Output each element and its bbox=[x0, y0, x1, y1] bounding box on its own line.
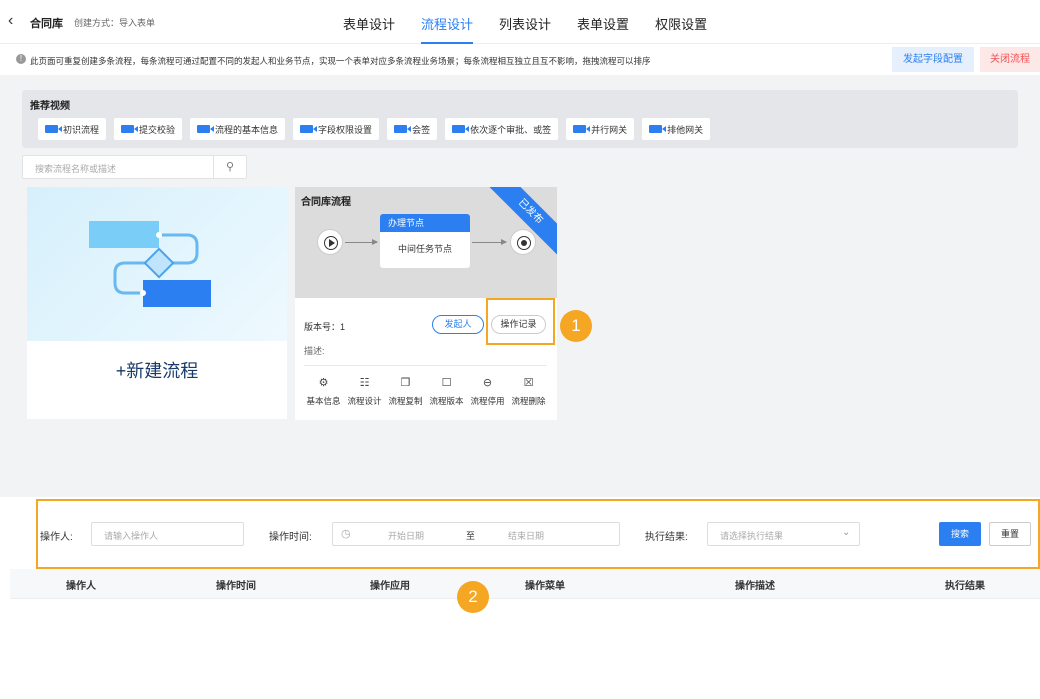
main-tabs: 表单设计 流程设计 列表设计 表单设置 权限设置 bbox=[330, 0, 720, 44]
column-header: 操作描述 bbox=[735, 581, 775, 592]
task-node-body: 中间任务节点 bbox=[397, 244, 452, 254]
tab-permission-settings[interactable]: 权限设置 bbox=[655, 0, 707, 44]
video-item[interactable]: 会签 bbox=[387, 118, 438, 140]
video-icon bbox=[300, 125, 318, 133]
video-icon bbox=[394, 125, 412, 133]
flow-design-action[interactable]: ☷ 流程设计 bbox=[344, 375, 385, 407]
highlight-box-1 bbox=[486, 298, 555, 345]
step-badge-1: 1 bbox=[560, 310, 592, 342]
video-icon bbox=[121, 125, 139, 133]
basic-info-action[interactable]: ⚙ 基本信息 bbox=[303, 375, 344, 407]
search-icon[interactable]: ⚲ bbox=[213, 156, 246, 178]
recommend-title: 推荐视频 bbox=[30, 101, 70, 112]
video-item[interactable]: 初识流程 bbox=[38, 118, 107, 140]
flow-delete-action[interactable]: ☒ 流程删除 bbox=[508, 375, 549, 407]
task-node: 办理节点 中间任务节点 bbox=[380, 214, 470, 268]
flow-copy-action[interactable]: ❐ 流程复制 bbox=[385, 375, 426, 407]
create-mode: 创建方式：导入表单 bbox=[74, 18, 156, 28]
back-icon[interactable]: ‹ bbox=[8, 13, 13, 29]
info-icon: ! bbox=[16, 54, 26, 64]
log-table-header: 操作人 操作时间 操作应用 操作菜单 操作描述 执行结果 bbox=[10, 569, 1040, 599]
gear-icon: ⚙ bbox=[318, 377, 329, 389]
flow-preview[interactable]: 合同库流程 已发布 办理节点 中间任务节点 bbox=[295, 187, 557, 298]
tab-form-design[interactable]: 表单设计 bbox=[343, 0, 395, 44]
flow-actions: ⚙ 基本信息 ☷ 流程设计 ❐ 流程复制 ☐ 流程版本 ⊖ 流程停用 ☒ 流程删… bbox=[303, 375, 549, 407]
tab-list-design[interactable]: 列表设计 bbox=[499, 0, 551, 44]
recommend-videos: 推荐视频 初识流程 提交校验 流程的基本信息 字段权限设置 会签 依次逐个审批、… bbox=[22, 90, 1018, 148]
arrow-icon bbox=[472, 239, 507, 245]
new-flow-illustration bbox=[27, 187, 287, 341]
column-header: 操作菜单 bbox=[525, 581, 565, 592]
video-icon bbox=[45, 125, 62, 133]
copy-icon: ❐ bbox=[400, 377, 411, 389]
flow-icon: ☷ bbox=[359, 377, 370, 389]
trash-icon: ☒ bbox=[523, 377, 534, 389]
flow-search[interactable]: 搜索流程名称或描述 ⚲ bbox=[22, 155, 247, 179]
flow-disable-action[interactable]: ⊖ 流程停用 bbox=[467, 375, 508, 407]
video-item[interactable]: 并行网关 bbox=[566, 118, 635, 140]
task-node-title: 办理节点 bbox=[380, 214, 470, 232]
flow-description: 描述: bbox=[304, 346, 325, 356]
flow-version: 版本号：1 bbox=[304, 322, 346, 332]
app-title: 合同库 bbox=[30, 18, 63, 30]
version-icon: ☐ bbox=[441, 377, 452, 389]
video-item[interactable]: 依次逐个审批、或签 bbox=[445, 118, 559, 140]
start-node-icon bbox=[317, 229, 343, 255]
flow-version-action[interactable]: ☐ 流程版本 bbox=[426, 375, 467, 407]
search-input[interactable]: 搜索流程名称或描述 bbox=[35, 162, 116, 175]
divider bbox=[304, 365, 547, 366]
field-config-button[interactable]: 发起字段配置 bbox=[892, 47, 974, 72]
video-item[interactable]: 排他网关 bbox=[642, 118, 711, 140]
video-icon bbox=[573, 125, 591, 133]
top-bar: ‹ 合同库 创建方式：导入表单 表单设计 流程设计 列表设计 表单设置 权限设置 bbox=[0, 0, 1040, 44]
highlight-box-2 bbox=[36, 499, 1040, 569]
arrow-icon bbox=[345, 239, 378, 245]
tab-flow-design[interactable]: 流程设计 bbox=[421, 0, 474, 44]
column-header: 执行结果 bbox=[945, 581, 985, 592]
end-node-icon bbox=[510, 229, 536, 255]
step-badge-2: 2 bbox=[457, 581, 489, 613]
video-icon bbox=[452, 125, 470, 133]
column-header: 操作应用 bbox=[370, 581, 410, 592]
column-header: 操作人 bbox=[66, 581, 96, 592]
video-icon bbox=[649, 125, 667, 133]
video-item[interactable]: 提交校验 bbox=[114, 118, 183, 140]
notice-text: 此页面可重复创建多条流程，每条流程可通过配置不同的发起人和业务节点，实现一个表单… bbox=[30, 56, 651, 66]
column-header: 操作时间 bbox=[216, 581, 256, 592]
new-flow-card[interactable]: +新建流程 bbox=[27, 187, 287, 419]
flow-name: 合同库流程 bbox=[301, 197, 351, 208]
video-item[interactable]: 字段权限设置 bbox=[293, 118, 380, 140]
close-flow-button[interactable]: 关闭流程 bbox=[980, 47, 1040, 72]
notice-bar: ! 此页面可重复创建多条流程，每条流程可通过配置不同的发起人和业务节点，实现一个… bbox=[0, 45, 1040, 73]
flow-illustration-icon bbox=[89, 221, 211, 307]
disable-icon: ⊖ bbox=[482, 377, 493, 389]
video-icon bbox=[197, 125, 215, 133]
tab-form-settings[interactable]: 表单设置 bbox=[577, 0, 629, 44]
initiator-button[interactable]: 发起人 bbox=[432, 315, 484, 334]
video-item[interactable]: 流程的基本信息 bbox=[190, 118, 286, 140]
new-flow-label[interactable]: +新建流程 bbox=[27, 357, 287, 383]
